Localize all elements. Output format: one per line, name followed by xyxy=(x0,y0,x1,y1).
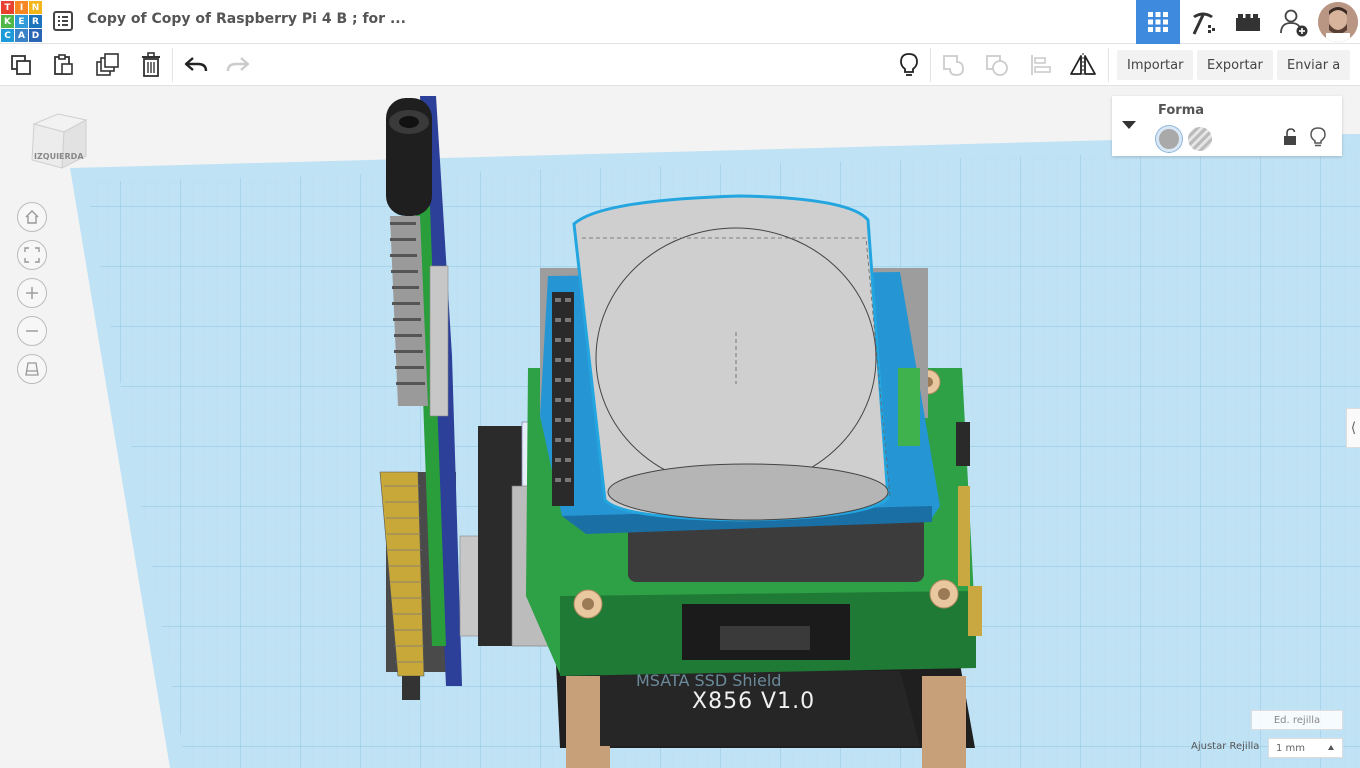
view-cube[interactable] xyxy=(28,110,90,170)
logo-letter: E xyxy=(15,15,28,28)
zoom-out-icon xyxy=(26,330,38,332)
side-panel-toggle[interactable]: ⟨ xyxy=(1346,408,1360,448)
ungroup-button[interactable] xyxy=(981,50,1013,80)
mirror-button[interactable] xyxy=(1067,50,1099,80)
bricks-mode-button[interactable] xyxy=(1226,0,1270,44)
perspective-icon xyxy=(25,362,39,376)
hole-swatch[interactable] xyxy=(1188,127,1212,151)
notes-button[interactable] xyxy=(893,50,925,80)
zoom-in-button[interactable] xyxy=(17,278,47,308)
zoom-out-button[interactable] xyxy=(17,316,47,346)
visibility-bulb-icon[interactable] xyxy=(1310,127,1326,147)
home-view-button[interactable] xyxy=(17,202,47,232)
grid-view-icon xyxy=(1148,12,1168,32)
export-button[interactable]: Exportar xyxy=(1197,50,1273,80)
logo-letter: T xyxy=(1,1,14,14)
side-connector xyxy=(968,586,982,636)
invite-user-button[interactable] xyxy=(1271,0,1315,44)
bricks-icon xyxy=(1236,14,1260,31)
user-avatar[interactable] xyxy=(1318,2,1358,42)
logo-letter: N xyxy=(29,1,42,14)
grey-component xyxy=(429,265,449,417)
logo-letter: C xyxy=(1,29,14,42)
logo-letter: I xyxy=(15,1,28,14)
delete-button[interactable] xyxy=(135,50,167,80)
edit-toolbar: Importar Exportar Enviar a xyxy=(0,44,1360,86)
logo-letter: A xyxy=(15,29,28,42)
solid-color-swatch[interactable] xyxy=(1156,126,1182,152)
lock-icon[interactable] xyxy=(1282,128,1298,146)
paste-icon xyxy=(54,54,73,75)
side-connector xyxy=(958,486,970,586)
fit-view-icon xyxy=(24,247,40,263)
logo-letter: R xyxy=(29,15,42,28)
delete-icon xyxy=(142,52,160,77)
workplane-canvas[interactable]: MSATA SSD Shield X856 V1.0 IZQUIERDA For… xyxy=(0,86,1360,768)
top-header: T I N K E R C A D Copy of Copy of Raspbe… xyxy=(0,0,1360,44)
caret-up-icon xyxy=(1328,745,1334,750)
send-to-button[interactable]: Enviar a xyxy=(1277,50,1351,80)
shape-panel-title: Forma xyxy=(1158,103,1205,118)
edit-grid-button[interactable]: Ed. rejilla xyxy=(1251,710,1343,730)
fit-view-button[interactable] xyxy=(17,240,47,270)
group-button[interactable] xyxy=(938,50,970,80)
view-cube-label: IZQUIERDA xyxy=(34,152,84,161)
perspective-button[interactable] xyxy=(17,354,47,384)
mirror-icon xyxy=(1070,53,1096,77)
undo-button[interactable] xyxy=(180,50,212,80)
zoom-in-icon xyxy=(26,287,38,299)
paste-button[interactable] xyxy=(47,50,79,80)
align-button[interactable] xyxy=(1025,50,1057,80)
redo-button[interactable] xyxy=(222,50,254,80)
duplicate-button[interactable] xyxy=(92,50,124,80)
standoff xyxy=(922,676,966,768)
duplicate-icon xyxy=(96,53,119,76)
import-button[interactable]: Importar xyxy=(1117,50,1194,80)
copy-button[interactable] xyxy=(5,50,37,80)
group-icon xyxy=(943,55,964,76)
grid-view-button[interactable] xyxy=(1136,0,1180,44)
snap-grid-value: 1 mm xyxy=(1276,742,1306,754)
home-icon xyxy=(25,210,39,224)
align-icon xyxy=(1031,55,1051,75)
toolbar-divider xyxy=(172,48,173,82)
blocks-mode-button[interactable] xyxy=(1181,0,1225,44)
side-connector xyxy=(956,422,970,466)
ungroup-icon xyxy=(986,55,1008,76)
document-title[interactable]: Copy of Copy of Raspberry Pi 4 B ; for .… xyxy=(87,11,406,27)
pickaxe-icon xyxy=(1192,12,1215,35)
logo-letter: K xyxy=(1,15,14,28)
header-stub xyxy=(402,676,420,700)
undo-icon xyxy=(184,57,208,72)
toolbar-divider xyxy=(1108,48,1109,82)
avatar-photo-icon xyxy=(1318,2,1358,42)
redo-icon xyxy=(226,57,250,72)
toolbar-divider xyxy=(930,48,931,82)
note-bulb-icon xyxy=(900,53,918,76)
collapse-chevron-icon[interactable] xyxy=(1120,118,1138,132)
copy-icon xyxy=(11,55,31,75)
3d-scene[interactable]: MSATA SSD Shield X856 V1.0 xyxy=(0,86,1360,768)
board-text-line2: X856 V1.0 xyxy=(692,689,815,714)
add-user-icon xyxy=(1280,9,1308,37)
logo-letter: D xyxy=(29,29,42,42)
tinkercad-logo[interactable]: T I N K E R C A D xyxy=(0,0,42,42)
snap-grid-label: Ajustar Rejilla xyxy=(1191,741,1260,752)
list-icon[interactable] xyxy=(52,10,74,32)
shape-inspector-panel: Forma xyxy=(1112,96,1342,156)
snap-grid-select[interactable]: 1 mm xyxy=(1268,738,1343,758)
grey-component xyxy=(459,535,481,637)
